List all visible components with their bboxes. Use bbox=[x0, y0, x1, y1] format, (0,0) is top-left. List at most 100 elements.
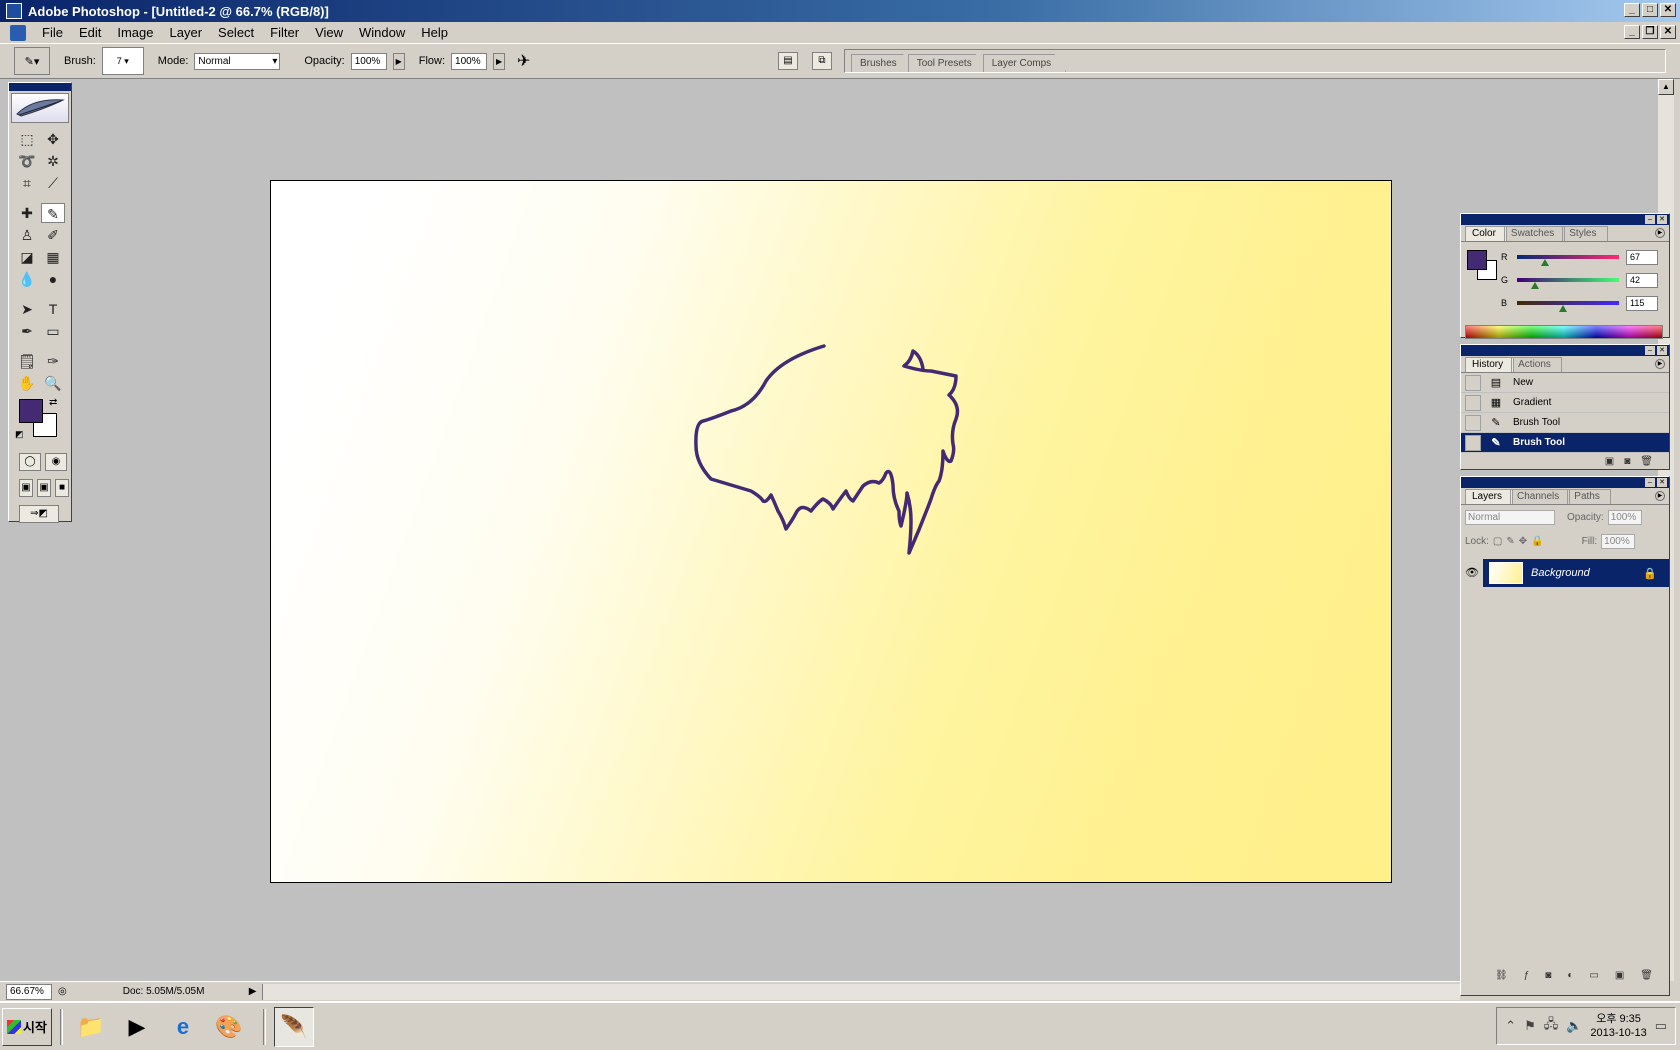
rectangle-tool-icon[interactable]: ▭ bbox=[41, 321, 65, 341]
well-tab-tool-presets[interactable]: Tool Presets bbox=[907, 54, 987, 72]
history-brush-tool-icon[interactable]: ✐ bbox=[41, 225, 65, 245]
status-menu-arrow[interactable]: ▶ bbox=[249, 986, 257, 997]
photoshop-taskbar-button[interactable]: 🪶 bbox=[274, 1006, 314, 1047]
full-screen-menu-mode-icon[interactable]: ▣ bbox=[37, 479, 51, 497]
new-snapshot-icon[interactable]: ◙ bbox=[1624, 456, 1630, 467]
eraser-tool-icon[interactable]: ◪ bbox=[15, 247, 39, 267]
delete-state-icon[interactable]: 🗑 bbox=[1640, 456, 1653, 467]
mode-select[interactable]: Normal bbox=[194, 52, 281, 70]
default-colors-icon[interactable]: ◩ bbox=[15, 429, 24, 440]
brush-tool-icon[interactable]: ✎ bbox=[41, 203, 65, 223]
move-tool-icon[interactable]: ✥ bbox=[41, 129, 65, 149]
zoom-tool-icon[interactable]: 🔍 bbox=[41, 373, 65, 393]
new-document-from-state-icon[interactable]: ▣ bbox=[1605, 456, 1614, 467]
well-tab-brushes[interactable]: Brushes bbox=[851, 54, 912, 72]
lasso-tool-icon[interactable]: ➰ bbox=[15, 151, 39, 171]
standard-mode-button[interactable]: ◯ bbox=[19, 453, 41, 471]
status-info-icon[interactable]: ◎ bbox=[58, 986, 67, 997]
dodge-tool-icon[interactable]: ● bbox=[41, 269, 65, 289]
green-slider-thumb[interactable] bbox=[1531, 282, 1539, 289]
tab-color[interactable]: Color bbox=[1465, 226, 1507, 241]
layer-blend-mode-select[interactable]: Normal bbox=[1465, 509, 1555, 525]
document-icon[interactable] bbox=[10, 24, 26, 41]
flow-input[interactable]: 100% bbox=[451, 52, 488, 70]
delete-layer-icon[interactable]: 🗑 bbox=[1640, 970, 1653, 981]
airbrush-icon[interactable]: ✈ bbox=[517, 51, 530, 71]
new-group-icon[interactable]: ▭ bbox=[1589, 970, 1598, 981]
layers-menu-icon[interactable]: ▶ bbox=[1655, 491, 1665, 501]
menu-help[interactable]: Help bbox=[413, 25, 456, 40]
history-menu-icon[interactable]: ▶ bbox=[1655, 359, 1665, 369]
scroll-up-arrow[interactable]: ▲ bbox=[1658, 79, 1674, 95]
blue-slider-track[interactable] bbox=[1517, 301, 1619, 305]
flow-slider-button[interactable]: ▶ bbox=[493, 52, 506, 70]
history-minimize-button[interactable]: – bbox=[1645, 346, 1655, 355]
history-brush-source-checkbox[interactable] bbox=[1465, 394, 1481, 411]
layer-style-icon[interactable]: ƒ bbox=[1524, 970, 1530, 981]
add-mask-icon[interactable]: ◙ bbox=[1545, 970, 1551, 981]
layer-fill-input[interactable]: 100% bbox=[1601, 533, 1636, 549]
tab-styles[interactable]: Styles bbox=[1562, 226, 1608, 241]
history-item-brush-tool[interactable]: ✎ Brush Tool bbox=[1461, 413, 1669, 433]
toolbox-title-bar[interactable] bbox=[9, 83, 71, 91]
color-ramp[interactable] bbox=[1465, 325, 1663, 339]
menu-layer[interactable]: Layer bbox=[162, 25, 211, 40]
crop-tool-icon[interactable]: ⌗ bbox=[15, 173, 39, 193]
workspace-horizontal-scrollbar[interactable] bbox=[262, 983, 1460, 1000]
marquee-tool-icon[interactable]: ⬚ bbox=[15, 129, 39, 149]
path-selection-tool-icon[interactable]: ➤ bbox=[15, 299, 39, 319]
menu-filter[interactable]: Filter bbox=[262, 25, 307, 40]
foreground-color-swatch[interactable] bbox=[19, 399, 43, 423]
history-palette-title[interactable]: – ✕ bbox=[1461, 345, 1669, 356]
menu-select[interactable]: Select bbox=[210, 25, 262, 40]
notes-tool-icon[interactable]: 🗒 bbox=[15, 351, 39, 371]
type-tool-icon[interactable]: T bbox=[41, 299, 65, 319]
history-item-gradient[interactable]: ▦ Gradient bbox=[1461, 393, 1669, 413]
close-button[interactable]: ✕ bbox=[1660, 3, 1676, 17]
lock-transparency-icon[interactable]: ▢ bbox=[1493, 536, 1502, 547]
blue-value-input[interactable]: 115 bbox=[1626, 296, 1658, 311]
file-browser-icon[interactable]: ▤ bbox=[778, 52, 798, 70]
standard-screen-mode-icon[interactable]: ▣ bbox=[19, 479, 33, 497]
doc-restore-button[interactable]: ❐ bbox=[1642, 25, 1658, 39]
hand-tool-icon[interactable]: ✋ bbox=[15, 373, 39, 393]
doc-minimize-button[interactable]: _ bbox=[1624, 25, 1640, 39]
tab-swatches[interactable]: Swatches bbox=[1503, 226, 1566, 241]
layer-visibility-eye-icon[interactable]: 👁 bbox=[1461, 559, 1483, 587]
red-slider-thumb[interactable] bbox=[1541, 259, 1549, 266]
palette-menu-icon[interactable]: ▶ bbox=[1655, 228, 1665, 238]
quick-mask-mode-button[interactable]: ◉ bbox=[45, 453, 67, 471]
slice-tool-icon[interactable]: ⟋ bbox=[41, 173, 65, 193]
history-item-new[interactable]: ▤ New bbox=[1461, 373, 1669, 393]
magic-wand-tool-icon[interactable]: ✲ bbox=[41, 151, 65, 171]
healing-brush-tool-icon[interactable]: ✚ bbox=[15, 203, 39, 223]
lock-pixels-icon[interactable]: ✎ bbox=[1506, 536, 1514, 547]
layer-opacity-input[interactable]: 100% bbox=[1607, 509, 1642, 525]
media-player-icon[interactable]: ▶ bbox=[117, 1007, 157, 1047]
clock[interactable]: 오후 9:35 2013-10-13 bbox=[1590, 1012, 1646, 1040]
menu-view[interactable]: View bbox=[307, 25, 351, 40]
green-value-input[interactable]: 42 bbox=[1626, 273, 1658, 288]
palette-foreground-swatch[interactable] bbox=[1467, 250, 1487, 270]
red-slider-track[interactable] bbox=[1517, 255, 1619, 259]
new-layer-icon[interactable]: ▣ bbox=[1615, 970, 1624, 981]
lock-position-icon[interactable]: ✥ bbox=[1519, 536, 1527, 547]
menu-edit[interactable]: Edit bbox=[71, 25, 109, 40]
brush-picker[interactable]: 7 ▾ bbox=[101, 47, 144, 75]
tab-layers[interactable]: Layers bbox=[1465, 489, 1514, 504]
color-palette-title[interactable]: – ✕ bbox=[1461, 214, 1669, 225]
history-brush-source-checkbox[interactable] bbox=[1465, 414, 1481, 431]
tab-history[interactable]: History bbox=[1465, 357, 1515, 372]
layer-background[interactable]: 👁 Background 🔒 bbox=[1461, 559, 1669, 587]
tab-actions[interactable]: Actions bbox=[1511, 357, 1562, 372]
link-layers-icon[interactable]: ⛓ bbox=[1495, 970, 1508, 981]
clone-stamp-tool-icon[interactable]: ♙ bbox=[15, 225, 39, 245]
history-brush-source-checkbox[interactable] bbox=[1465, 434, 1481, 451]
palette-minimize-button[interactable]: – bbox=[1645, 215, 1655, 224]
action-center-flag-icon[interactable]: ⚑ bbox=[1524, 1018, 1536, 1034]
history-brush-source-checkbox[interactable] bbox=[1465, 374, 1481, 391]
menu-window[interactable]: Window bbox=[351, 25, 413, 40]
eyedropper-tool-icon[interactable]: ✑ bbox=[41, 351, 65, 371]
volume-icon[interactable]: 🔈 bbox=[1566, 1018, 1582, 1034]
gradient-tool-icon[interactable]: ▦ bbox=[41, 247, 65, 267]
